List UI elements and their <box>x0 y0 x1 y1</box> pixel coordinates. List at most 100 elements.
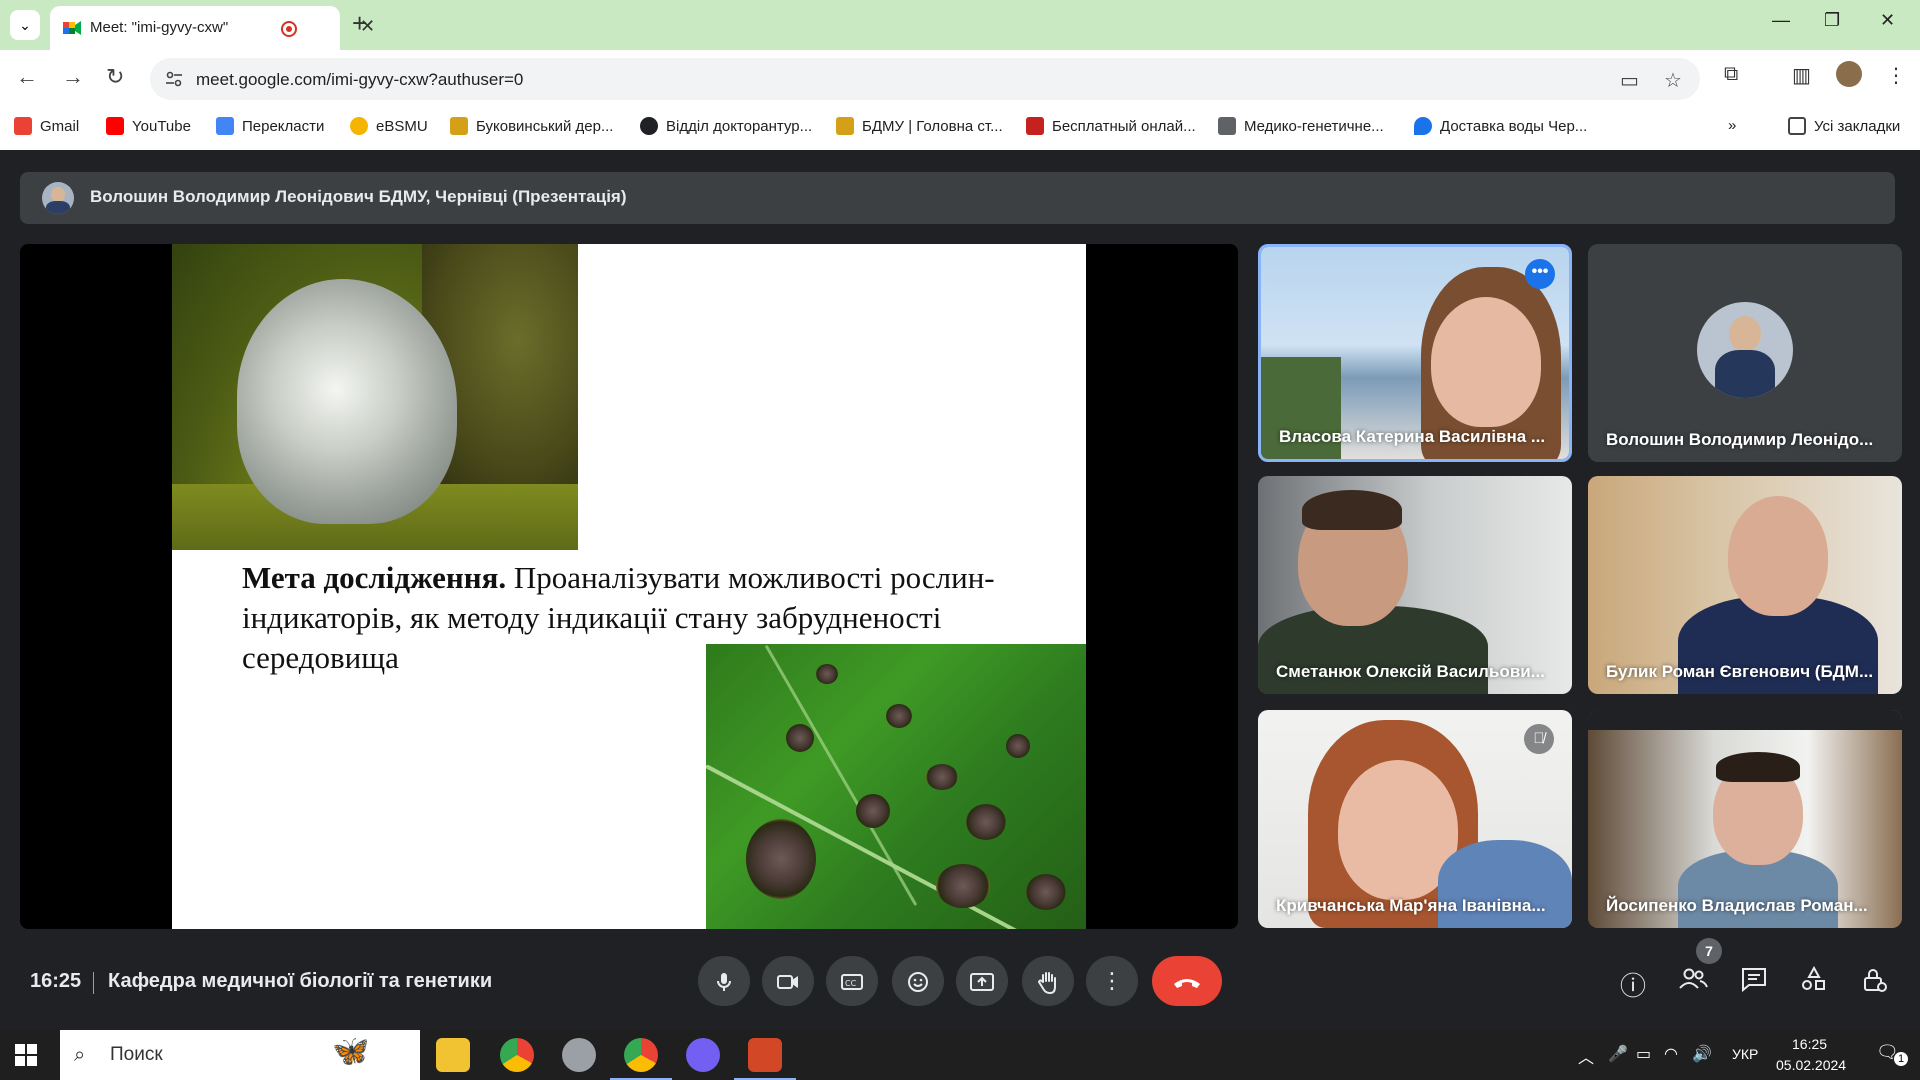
more-options-button[interactable]: ⋮ <box>1086 956 1138 1006</box>
tab-title: Meet: "imi-gyvy-cxw" <box>90 19 229 36</box>
svg-text:CC: CC <box>845 979 857 988</box>
browser-menu-icon[interactable]: ⋮ <box>1886 63 1906 88</box>
leaf-photo <box>706 644 1086 929</box>
microphone-button[interactable] <box>698 956 750 1006</box>
water-drop-icon <box>1414 117 1432 135</box>
extensions-icon[interactable]: ⧉ <box>1724 63 1738 86</box>
captions-button[interactable]: CC <box>826 956 878 1006</box>
meeting-controls: 16:25 Кафедра медичної біології та генет… <box>0 930 1920 1030</box>
tab-search-button[interactable]: ⌄ <box>10 10 40 40</box>
presenter-avatar <box>42 182 74 214</box>
app-icon[interactable] <box>562 1038 596 1072</box>
camera-indicator-icon[interactable]: ▭ <box>1620 68 1639 93</box>
powerpoint-icon[interactable] <box>734 1038 796 1080</box>
new-tab-button[interactable]: + <box>352 8 367 39</box>
reactions-button[interactable] <box>892 956 944 1006</box>
tray-mic-icon[interactable]: 🎤 <box>1608 1044 1628 1064</box>
viber-icon[interactable] <box>686 1038 720 1072</box>
raise-hand-button[interactable] <box>1022 956 1074 1006</box>
folder-icon <box>1788 117 1806 135</box>
bookmark-star-icon[interactable]: ☆ <box>1664 68 1682 93</box>
more-options-icon[interactable]: ••• <box>1525 259 1555 289</box>
bsmu-icon <box>836 117 854 135</box>
reload-icon[interactable]: ↻ <box>106 64 124 90</box>
file-explorer-icon[interactable] <box>436 1038 470 1072</box>
figure-icon <box>1218 117 1236 135</box>
back-icon[interactable]: ← <box>16 64 38 90</box>
camera-button[interactable] <box>762 956 814 1006</box>
bookmark-gmail[interactable]: Gmail <box>14 117 79 135</box>
slide-heading: Мета дослідження. <box>242 560 507 595</box>
tray-expand-icon[interactable]: ︿ <box>1578 1044 1594 1068</box>
bookmark-doctorate[interactable]: Відділ докторантур... <box>640 117 812 135</box>
globe-icon <box>640 117 658 135</box>
participant-name: Булик Роман Євгенович (БДМ... <box>1606 662 1874 681</box>
bookmark-water-delivery[interactable]: Доставка воды Чер... <box>1414 117 1587 135</box>
restore-icon[interactable]: ❐ <box>1824 10 1840 31</box>
participant-tile-voloshyn[interactable]: Волошин Володимир Леонідо... <box>1588 244 1902 462</box>
meeting-info-icon[interactable]: ⓘ <box>1620 966 1646 1003</box>
wifi-icon[interactable]: ◠ <box>1664 1044 1678 1064</box>
gmail-icon <box>14 117 32 135</box>
people-icon[interactable] <box>1678 966 1708 999</box>
profile-avatar[interactable] <box>1836 61 1862 87</box>
host-controls-icon[interactable] <box>1860 966 1888 1001</box>
hand-icon <box>1037 972 1056 995</box>
bookmarks-overflow-icon[interactable]: » <box>1728 117 1736 134</box>
address-bar[interactable]: meet.google.com/imi-gyvy-cxw?authuser=0 … <box>150 58 1700 100</box>
activities-icon[interactable] <box>1800 965 1828 999</box>
toolbar: ← → ↻ meet.google.com/imi-gyvy-cxw?authu… <box>0 50 1920 108</box>
present-screen-icon <box>970 973 994 992</box>
url-text: meet.google.com/imi-gyvy-cxw?authuser=0 <box>196 70 524 89</box>
presenter-bar: Волошин Володимир Леонідович БДМУ, Черні… <box>20 172 1895 224</box>
youtube-icon <box>106 117 124 135</box>
participant-tile-kryvchanska[interactable]: 🎙̸ Кривчанська Мар'яна Іванівна... <box>1258 710 1572 928</box>
system-time[interactable]: 16:25 <box>1792 1036 1827 1052</box>
divider <box>93 972 94 994</box>
participant-tile-yosypenko[interactable]: Йосипенко Владислав Роман... <box>1588 710 1902 928</box>
meet-favicon-icon <box>63 21 81 35</box>
bookmark-bukovyna[interactable]: Буковинський дер... <box>450 117 613 135</box>
bookmark-genetics[interactable]: Медико-генетичне... <box>1218 117 1384 135</box>
participant-count-badge: 7 <box>1696 938 1722 964</box>
participant-name: Волошин Володимир Леонідо... <box>1606 430 1874 449</box>
camera-icon <box>777 975 798 990</box>
participant-tile-bulyk[interactable]: Булик Роман Євгенович (БДМ... <box>1588 476 1902 694</box>
minimize-icon[interactable]: — <box>1772 10 1790 31</box>
participant-tile-smetaniuk[interactable]: Сметанюк Олексій Васильови... <box>1258 476 1572 694</box>
side-panel-icon[interactable]: ▥ <box>1792 63 1811 88</box>
windows-start-icon[interactable] <box>14 1043 38 1067</box>
window-close-icon[interactable]: ✕ <box>1880 10 1895 31</box>
microphone-icon <box>717 973 731 992</box>
site-info-icon[interactable] <box>164 69 184 89</box>
taskbar-search[interactable]: ⌕ Поиск 🦋 <box>60 1030 420 1080</box>
butterfly-icon: 🦋 <box>332 1035 370 1068</box>
keyboard-language[interactable]: УКР <box>1732 1046 1758 1062</box>
participant-tile-vlasova[interactable]: ••• Власова Катерина Василівна ... <box>1258 244 1572 462</box>
chrome-icon[interactable] <box>500 1038 534 1072</box>
leave-call-button[interactable] <box>1152 956 1222 1006</box>
bookmark-youtube[interactable]: YouTube <box>106 117 191 135</box>
present-button[interactable] <box>956 956 1008 1006</box>
all-bookmarks[interactable]: Усі закладки <box>1788 117 1900 135</box>
mic-off-icon: 🎙̸ <box>1524 724 1554 754</box>
tab-meet[interactable]: Meet: "imi-gyvy-cxw" ✕ <box>50 6 375 50</box>
search-icon: ⌕ <box>74 1044 86 1066</box>
bookmark-ebsmu[interactable]: eBSMU <box>350 117 428 135</box>
search-placeholder: Поиск <box>110 1044 163 1065</box>
bukovyna-icon <box>450 117 468 135</box>
bookmark-translate[interactable]: Перекласти <box>216 117 324 135</box>
chat-icon[interactable] <box>1740 966 1768 999</box>
moss-photo <box>172 244 578 550</box>
volume-icon[interactable]: 🔊 <box>1692 1044 1712 1064</box>
bookmark-free-online[interactable]: Бесплатный онлай... <box>1026 117 1196 135</box>
system-date[interactable]: 05.02.2024 <box>1776 1057 1846 1073</box>
forward-icon[interactable]: → <box>62 64 84 90</box>
participant-name: Власова Катерина Василівна ... <box>1279 427 1546 446</box>
hang-up-icon <box>1174 979 1200 989</box>
battery-icon[interactable]: ▭ <box>1636 1044 1651 1064</box>
translate-icon <box>216 117 234 135</box>
chrome-active-icon[interactable] <box>610 1038 672 1080</box>
bookmark-bsmu[interactable]: БДМУ | Головна ст... <box>836 117 1003 135</box>
participant-name: Кривчанська Мар'яна Іванівна... <box>1276 896 1546 915</box>
